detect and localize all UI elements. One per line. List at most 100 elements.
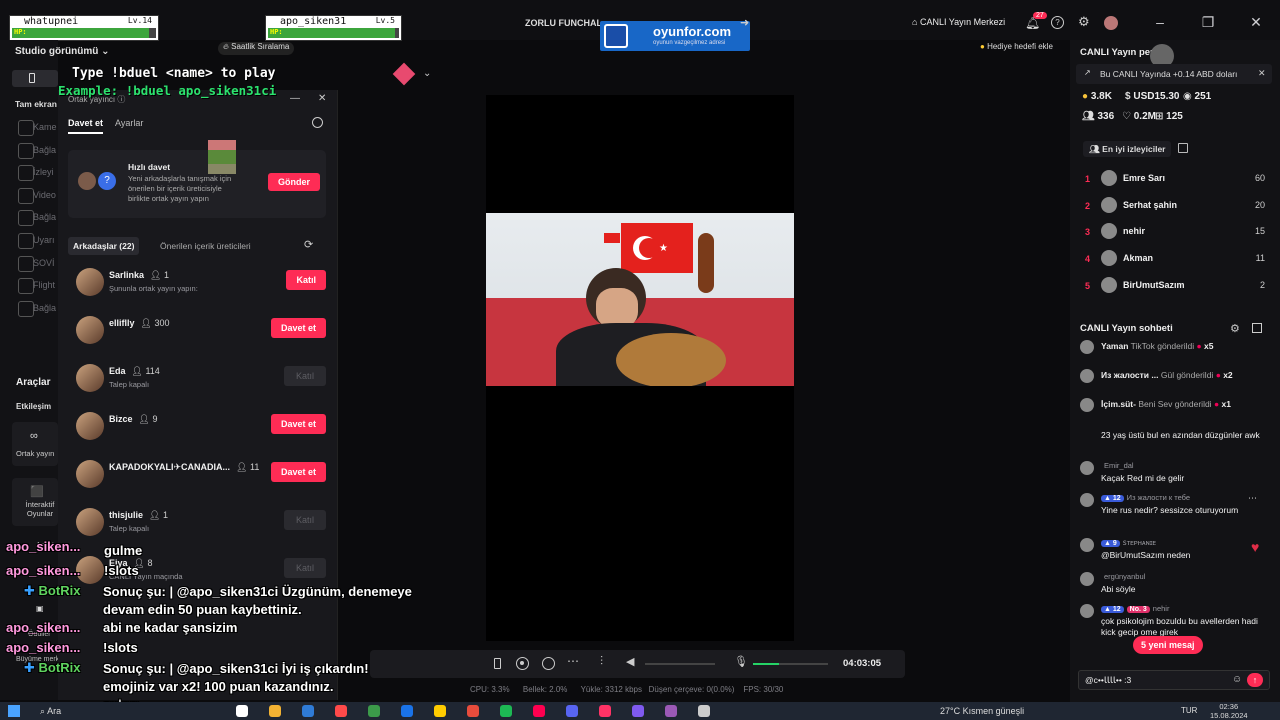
cohost-tool-button[interactable]: ∞ Ortak yayın	[12, 422, 58, 466]
minimize-button[interactable]: –	[1150, 12, 1170, 32]
taskbar-app-icon[interactable]	[665, 705, 677, 717]
menu-item-icon[interactable]	[18, 142, 34, 159]
taskbar-app-icon[interactable]	[698, 705, 710, 717]
invite-button[interactable]: Davet et	[270, 318, 326, 338]
studio-view-dropdown[interactable]: Studio görünümü ⌄	[15, 46, 110, 57]
join-button[interactable]: Katıl	[284, 510, 326, 530]
studio-menu-item[interactable]: Bağla	[33, 303, 56, 313]
camera-toggle-icon[interactable]	[542, 657, 555, 670]
friend-row[interactable]: Bizce 👤︎ 9 Davet et	[76, 412, 326, 448]
friend-row[interactable]: thisjulie 👤︎ 1 Talep kapalı Katıl	[76, 508, 326, 544]
taskbar-app-icon[interactable]	[236, 705, 248, 717]
menu-item-icon[interactable]	[18, 255, 34, 272]
heart-icon[interactable]: ♥	[1251, 539, 1259, 555]
studio-menu-item[interactable]: Video	[33, 190, 56, 200]
hourly-ranking-chip[interactable]: 🔥︎ Saatlik Sıralama	[218, 42, 295, 55]
interactive-games-button[interactable]: ⬛ İnteraktif Oyunlar	[12, 478, 58, 526]
popout-icon[interactable]	[1252, 323, 1262, 333]
menu-item-icon[interactable]	[18, 120, 34, 136]
speaker-icon[interactable]: ◀︎	[626, 655, 634, 668]
gift-goal-chip[interactable]: ● Hediye hedefi ekle	[975, 42, 1058, 55]
new-messages-button[interactable]: 5 yeni mesaj	[1133, 636, 1203, 654]
gear-icon[interactable]: ⚙	[1078, 14, 1090, 30]
friend-row[interactable]: KAPADOKYALI✈CANADIA... 👤︎ 11 Davet et	[76, 460, 326, 496]
send-icon[interactable]: ↑	[1247, 673, 1263, 687]
taskbar-app-icon[interactable]	[533, 705, 545, 717]
friend-row[interactable]: elliflly 👤︎ 300 Davet et	[76, 316, 326, 352]
minimize-panel-icon[interactable]: —	[290, 93, 300, 104]
send-invite-button[interactable]: Gönder	[268, 173, 321, 191]
menu-item-icon[interactable]	[18, 233, 34, 249]
chat-input[interactable]: @c••ꙆꙆꙆꙆ•• :3 ☺ ↑	[1078, 670, 1270, 690]
close-window-button[interactable]: ✕	[1246, 12, 1266, 32]
top-viewer-row[interactable]: 1 Emre Sarı 60	[1085, 170, 1265, 194]
studio-menu-item[interactable]: İzleyi	[33, 167, 54, 177]
mobile-view-button[interactable]	[12, 70, 58, 87]
tab-invite[interactable]: Davet et	[68, 118, 103, 128]
taskbar-search[interactable]: ⌕ Ara	[40, 706, 61, 717]
list-icon[interactable]	[1178, 143, 1188, 153]
speaker-volume-slider[interactable]	[645, 663, 715, 665]
friend-row[interactable]: Eda 👤︎ 114 Talep kapalı Katıl	[76, 364, 326, 400]
studio-menu-item[interactable]: Uyarı	[33, 235, 55, 245]
menu-item-icon[interactable]	[18, 210, 34, 227]
taskbar-app-icon[interactable]	[269, 705, 281, 717]
close-panel-icon[interactable]: ✕	[318, 93, 326, 104]
studio-menu-item[interactable]: SOVİ	[33, 258, 55, 268]
weather-widget[interactable]: 27°C Kısmen güneşli	[940, 706, 1024, 716]
phone-icon[interactable]	[494, 658, 501, 669]
top-viewers-tab[interactable]: 👥︎ En iyi izleyiciler	[1083, 141, 1172, 157]
top-viewer-row[interactable]: 3 nehir 15	[1085, 223, 1265, 247]
record-icon[interactable]	[516, 657, 529, 670]
help-icon[interactable]: ?	[1051, 16, 1064, 29]
chat-message[interactable]: Emir_dal Kaçak Red mi de gelir	[1080, 461, 1270, 491]
tab-settings[interactable]: Ayarlar	[115, 118, 143, 128]
clock[interactable]: 02:36 15.08.2024	[1210, 702, 1248, 720]
taskbar-app-icon[interactable]	[368, 705, 380, 717]
top-viewer-row[interactable]: 5 BirUmutSazım 2	[1085, 276, 1265, 301]
microphone-icon[interactable]: 🎙︎	[734, 655, 748, 668]
menu-item-icon[interactable]	[18, 300, 34, 317]
taskbar-app-icon[interactable]	[566, 705, 578, 717]
refresh-icon[interactable]: ⟳	[304, 238, 313, 251]
close-banner-icon[interactable]: ✕	[1258, 68, 1266, 79]
taskbar-app-icon[interactable]	[401, 705, 413, 717]
menu-item-icon[interactable]	[18, 278, 34, 295]
mic-volume-slider[interactable]	[753, 663, 828, 665]
menu-item-icon[interactable]	[18, 187, 34, 204]
live-center-link[interactable]: ⌂ CANLI Yayın Merkezi	[912, 17, 1005, 27]
taskbar-app-icon[interactable]	[434, 705, 446, 717]
taskbar-app-icon[interactable]	[335, 705, 347, 717]
message-more-icon[interactable]: ⋯	[1248, 493, 1257, 504]
tab-suggested-creators[interactable]: Önerilen içerik üreticileri	[160, 241, 251, 251]
profile-avatar[interactable]	[1104, 16, 1118, 30]
chat-message[interactable]: ergünyanbul Abi söyle	[1080, 572, 1270, 602]
search-icon[interactable]	[312, 117, 323, 128]
studio-menu-item[interactable]: Flight	[33, 280, 55, 290]
invite-button[interactable]: Davet et	[270, 414, 326, 434]
emoji-icon[interactable]: ☺	[1232, 674, 1242, 685]
more-icon[interactable]: ⋯	[567, 654, 579, 668]
windows-start-icon[interactable]	[8, 705, 20, 717]
taskbar-app-icon[interactable]	[302, 705, 314, 717]
studio-menu-item[interactable]: Kame	[33, 122, 57, 132]
share-icon[interactable]: ➜	[740, 16, 749, 29]
fullscreen-label[interactable]: Tam ekran	[15, 99, 57, 109]
top-viewer-row[interactable]: 2 Serhat şahin 20	[1085, 196, 1265, 221]
tab-friends[interactable]: Arkadaşlar (22)	[68, 237, 140, 255]
maximize-button[interactable]: ❐	[1198, 12, 1218, 32]
invite-button[interactable]: Davet et	[270, 462, 326, 482]
language-indicator[interactable]: TUR	[1181, 706, 1197, 715]
taskbar-app-icon[interactable]	[500, 705, 512, 717]
chat-message[interactable]: 23 yaş üstü bul en azından düzgünler awk	[1080, 430, 1270, 460]
chat-message[interactable]: ▲ 9 ꜱᴛᴇᴘʜᴀɴɪᴇ @BirUmutSazım neden	[1080, 538, 1270, 568]
join-button[interactable]: Katıl	[286, 270, 326, 290]
join-button[interactable]: Katıl	[284, 366, 326, 386]
studio-menu-item[interactable]: Bağla	[33, 212, 56, 222]
studio-menu-item[interactable]: Bağla	[33, 145, 56, 155]
chat-message[interactable]: ▲ 12 Из жалости к тебе Yine rus nedir? ses…	[1080, 493, 1270, 523]
taskbar-app-icon[interactable]	[467, 705, 479, 717]
menu-item-icon[interactable]	[18, 165, 34, 182]
filter-settings-icon[interactable]: ⫶	[600, 654, 603, 669]
gear-icon[interactable]: ⚙	[1230, 322, 1240, 335]
